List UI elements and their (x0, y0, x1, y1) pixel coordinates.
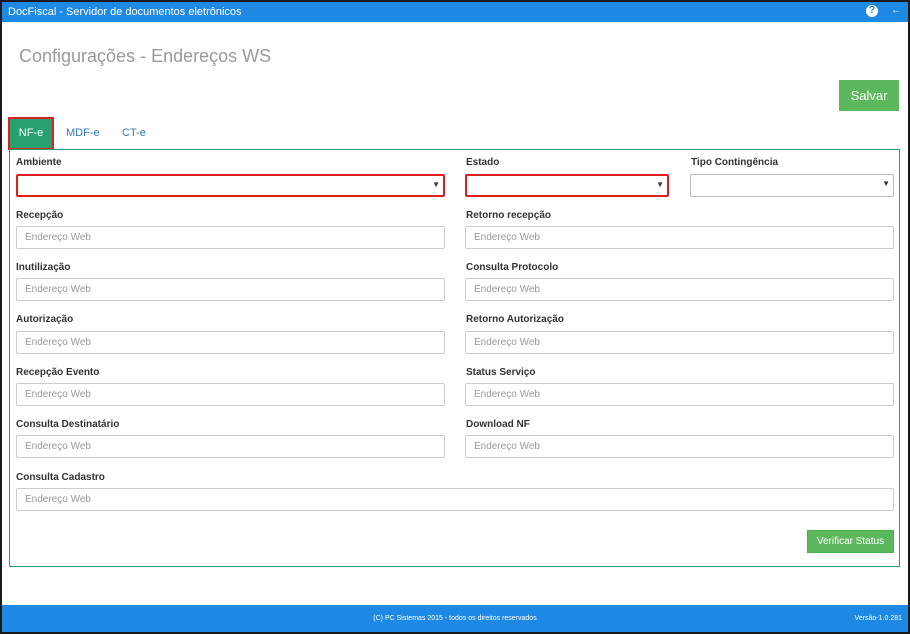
consulta-protocolo-label: Consulta Protocolo (466, 262, 559, 273)
caret-down-icon: ▼ (432, 180, 440, 189)
save-button[interactable]: Salvar (839, 80, 899, 111)
tab-mdfe[interactable]: MDF-e (66, 118, 100, 149)
retorno-autorizacao-label: Retorno Autorização (466, 314, 564, 325)
consulta-destinatario-input[interactable]: Endereço Web (16, 435, 445, 458)
status-servico-label: Status Serviço (466, 367, 536, 378)
ambiente-select[interactable]: ▼ (16, 174, 445, 197)
copyright-text: (C) PC Sistemas 2015 - todos os direitos… (373, 615, 537, 622)
tab-nfe[interactable]: NF-e (8, 117, 54, 150)
retorno-recepcao-input[interactable]: Endereço Web (465, 226, 894, 249)
download-nf-input[interactable]: Endereço Web (465, 435, 894, 458)
verify-status-button[interactable]: Verificar Status (807, 530, 894, 553)
version-text: Versão-1.0.281 (854, 615, 902, 622)
inutilizacao-input[interactable]: Endereço Web (16, 278, 445, 301)
tipo-contingencia-select[interactable]: ▼ (690, 174, 894, 197)
download-nf-label: Download NF (466, 419, 530, 430)
recepcao-label: Recepção (16, 210, 64, 221)
consulta-destinatario-label: Consulta Destinatário (16, 419, 120, 430)
autorizacao-input[interactable]: Endereço Web (16, 331, 445, 354)
tab-bar: NF-e MDF-e CT-e (8, 117, 902, 150)
estado-select[interactable]: ▼ (465, 174, 669, 197)
estado-label: Estado (466, 157, 500, 168)
recepcao-evento-input[interactable]: Endereço Web (16, 383, 445, 406)
inutilizacao-label: Inutilização (16, 262, 71, 273)
question-icon[interactable]: ? (866, 5, 878, 17)
window-title: DocFiscal - Servidor de documentos eletr… (8, 6, 242, 18)
autorizacao-label: Autorização (16, 314, 74, 325)
caret-down-icon: ▼ (882, 179, 890, 188)
tab-cte[interactable]: CT-e (122, 118, 146, 149)
consulta-cadastro-label: Consulta Cadastro (16, 472, 105, 483)
tipo-contingencia-label: Tipo Contingência (691, 157, 779, 168)
recepcao-input[interactable]: Endereço Web (16, 226, 445, 249)
retorno-autorizacao-input[interactable]: Endereço Web (465, 331, 894, 354)
title-bar: DocFiscal - Servidor de documentos eletr… (2, 2, 908, 22)
page-title: Configurações - Endereços WS (19, 46, 272, 66)
caret-down-icon: ▼ (656, 180, 664, 189)
consulta-cadastro-input[interactable]: Endereço Web (16, 488, 894, 511)
ambiente-label: Ambiente (16, 157, 62, 168)
footer: (C) PC Sistemas 2015 - todos os direitos… (2, 605, 908, 632)
recepcao-evento-label: Recepção Evento (16, 367, 100, 378)
consulta-protocolo-input[interactable]: Endereço Web (465, 278, 894, 301)
retorno-recepcao-label: Retorno recepção (466, 210, 552, 221)
arrow-left-icon[interactable]: ← (890, 5, 902, 17)
status-servico-input[interactable]: Endereço Web (465, 383, 894, 406)
